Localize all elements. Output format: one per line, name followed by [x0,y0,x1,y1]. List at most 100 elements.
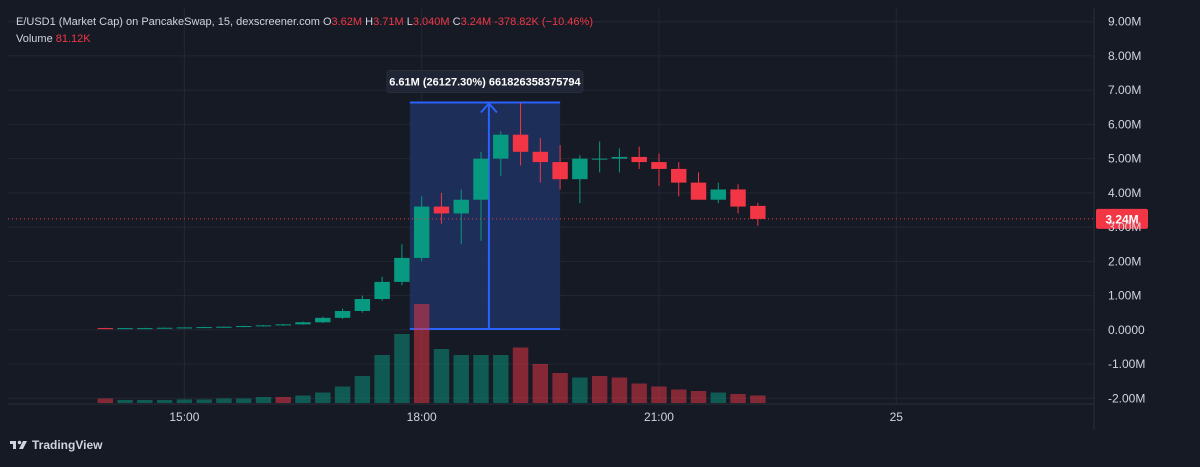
volume-bar [710,392,727,403]
volume-bar [690,391,707,403]
close-value: 3.24M [460,16,492,28]
volume-bar [315,392,331,403]
y-tick-label: 6.00M [1108,117,1141,131]
candle-body [611,156,628,159]
y-tick-label: 8.00M [1108,49,1141,63]
candle-body [493,134,509,159]
chart-legend: E/USD1 (Market Cap) on PancakeSwap, 15, … [16,14,593,48]
volume-bar [334,386,351,403]
volume-value: 81.12K [55,33,91,45]
candle-body [176,327,193,329]
candle-body [651,162,667,169]
candle-body [413,206,430,258]
x-tick-label: 25 [890,410,904,424]
volume-line: Volume 81.12K [16,31,593,48]
volume-bar [255,397,272,403]
measure-area [409,102,561,329]
y-tick-label: 7.00M [1108,83,1141,97]
volume-bar [453,355,469,403]
volume-bar [631,383,647,403]
volume-bar [532,364,549,403]
y-tick-label: -2.00M [1108,391,1145,405]
last-price-line: 3.24M [8,208,1148,229]
y-tick-label: 5.00M [1108,152,1141,166]
measure-label-group: 6.61M (26127.30%) 661826358375794 [386,69,584,93]
volume-bar [591,376,608,403]
y-tick-label: 4.00M [1108,186,1141,200]
open-value: 3.62M [331,16,363,28]
candle-body [354,299,371,311]
candle-body [255,325,272,327]
candle-body [235,326,252,328]
volume-bar [671,389,687,403]
y-tick-label: 3.00M [1108,220,1141,234]
volume-bar [295,395,311,403]
volume-bar [552,373,568,403]
volume-bar [176,399,193,403]
volume-bar [433,349,450,403]
candle-body [572,158,588,180]
candle-body [710,189,727,200]
change-value: -378.82K (−10.46%) [494,16,593,28]
chart-container[interactable]: 3.24M 9.00M 8.00M 7.00M 6.00M 5.00M 4.00M 3.00… [0,0,1200,462]
volume-bar [512,347,529,403]
candle-body [730,189,746,207]
volume-bar [97,398,114,403]
volume-bar [572,377,588,403]
y-tick-label: -1.00M [1108,357,1145,371]
candle-body [156,327,173,329]
candle-body [671,168,687,183]
candle-body [196,327,212,329]
volume-bar [275,397,291,403]
x-tick-label: 15:00 [169,410,199,424]
high-value: 3.71M [373,16,404,28]
candle-body [374,281,390,300]
candle-body [473,158,489,200]
candle-body [512,134,529,152]
candle-body [295,322,311,325]
candle-body [453,199,469,214]
candle-body [315,317,331,323]
measure-label-text: 6.61M (26127.30%) 661826358375794 [389,76,581,88]
volume-bar [413,304,430,403]
volume-bar [117,400,133,403]
candle-body [690,182,707,200]
open-label: O [322,16,332,28]
volume-bar [137,400,153,403]
symbol-line: E/USD1 (Market Cap) on PancakeSwap, 15, … [16,16,320,28]
candle-body [137,328,153,330]
volume-bar [156,400,173,403]
low-value: 3.040M [412,16,450,28]
ohlc-line: E/USD1 (Market Cap) on PancakeSwap, 15, … [16,14,593,31]
y-tick-label: 9.00M [1108,15,1141,29]
candle-body [216,326,232,328]
candle-body [591,158,608,160]
candle-body [394,257,410,282]
volume-bar [374,355,390,403]
tradingview-brand[interactable]: TradingView [10,438,102,452]
y-tick-label: 1.00M [1108,289,1141,303]
volume-bar [651,386,667,403]
candle-body [275,324,291,326]
candle-body [117,328,133,330]
volume-bar [216,398,232,403]
brand-name: TradingView [32,438,103,452]
y-tick-label: 2.00M [1108,254,1141,268]
candle-body [433,206,450,214]
candlestick-chart[interactable]: 3.24M 9.00M 8.00M 7.00M 6.00M 5.00M 4.00M 3.00… [0,0,1200,462]
candle-body [750,205,766,219]
tradingview-logo-icon [10,440,27,449]
volume-bar [493,355,509,403]
candle-body [532,151,549,163]
high-label: H [365,16,374,28]
volume-bar [473,355,489,403]
x-tick-label: 18:00 [407,410,437,424]
volume-bar [196,399,212,403]
candle-body [631,156,647,163]
candle-body [97,328,114,330]
volume-bar [354,376,371,403]
measure-tool [409,101,561,330]
volume-label: Volume [16,33,53,45]
x-tick-label: 21:00 [644,410,674,424]
volume-bar [235,398,252,403]
